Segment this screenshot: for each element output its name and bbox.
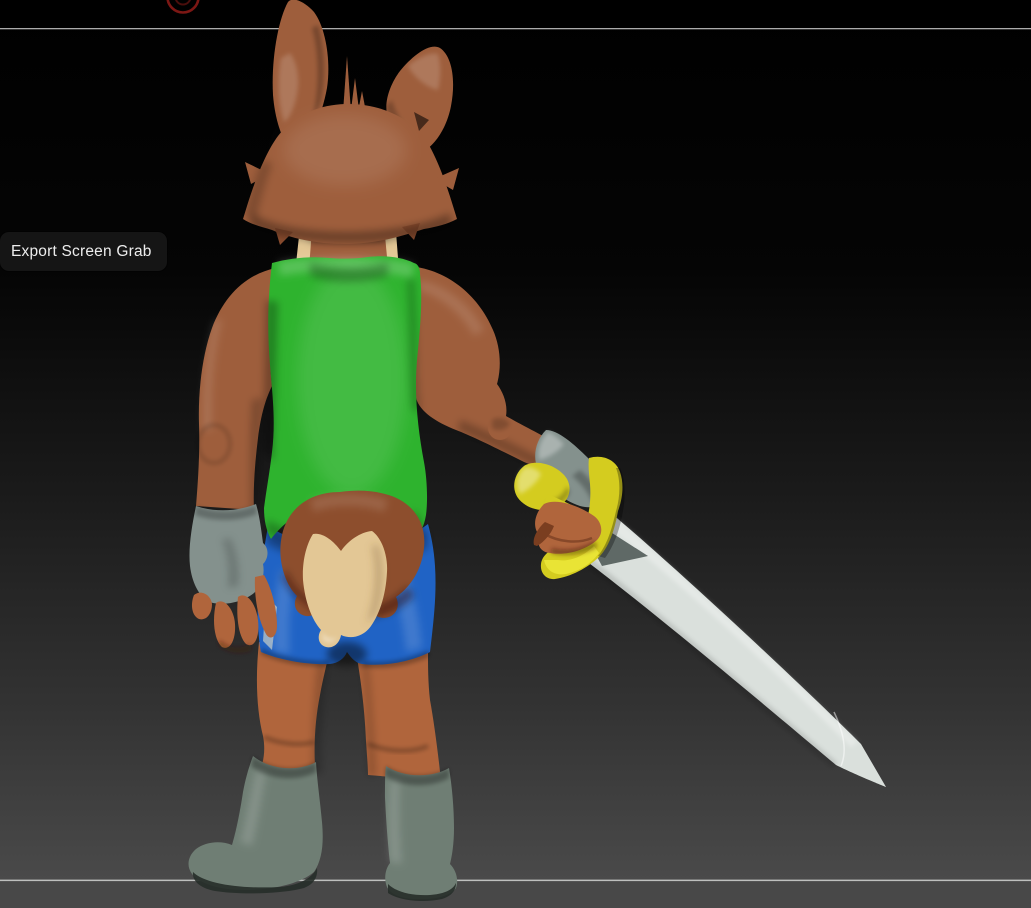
head-top-highlight: [283, 114, 407, 186]
shirt-center-highlight: [297, 265, 407, 495]
app-window: Export Screen Grab: [0, 0, 1031, 908]
export-screen-grab-tooltip[interactable]: Export Screen Grab: [0, 232, 167, 271]
viewport-canvas[interactable]: [0, 0, 1031, 908]
canvas-top-border: [0, 28, 1031, 29]
export-screen-grab-label: Export Screen Grab: [11, 243, 152, 260]
floor-grid-line: [0, 880, 1031, 882]
bottom-strip: [0, 882, 1031, 908]
